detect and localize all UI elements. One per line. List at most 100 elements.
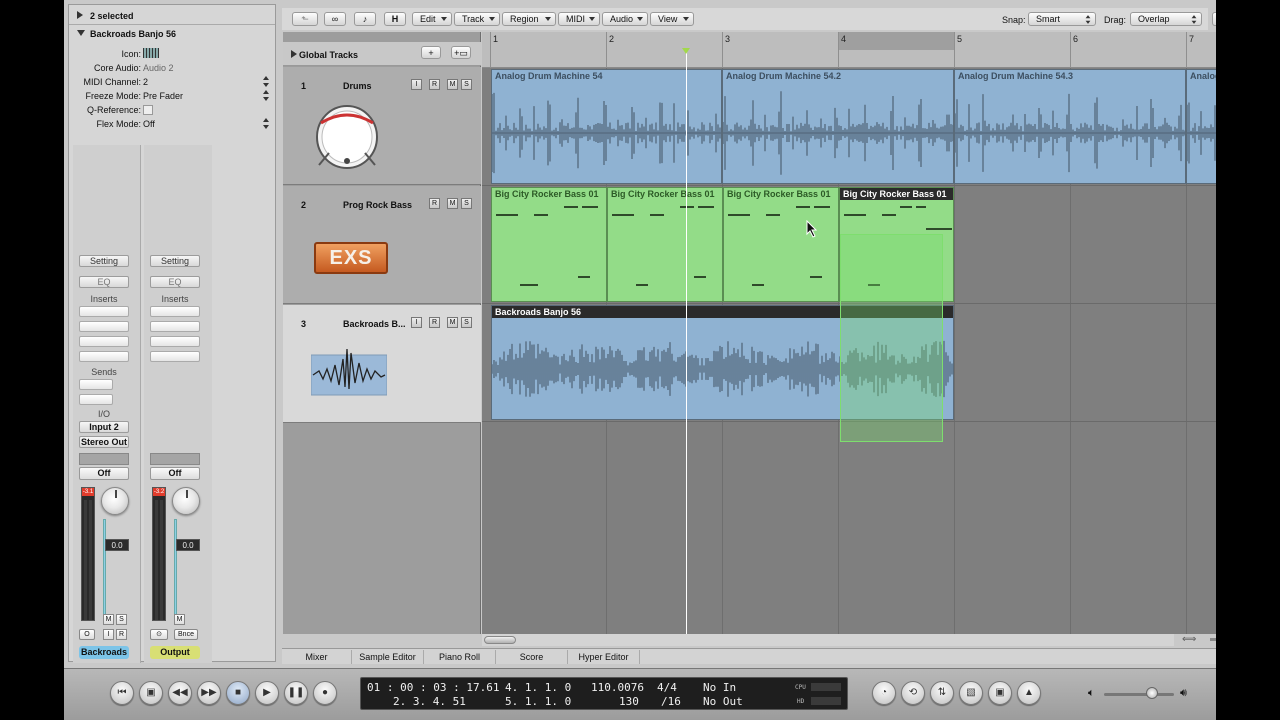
automation-mode-button[interactable]: Off [150,467,200,480]
solo-button[interactable]: S [461,198,472,209]
peak-indicator[interactable]: -3.2 [153,488,165,496]
stepper-icon[interactable] [263,76,269,87]
transport-display[interactable]: 01 : 00 : 03 : 17.61 2. 3. 4. 51 4. 1. 1… [360,677,848,710]
region-parameters-header[interactable]: Backroads Banjo 56 [69,27,275,42]
track-icon-thumb[interactable] [143,48,159,58]
param-icon[interactable]: Icon: [69,47,275,62]
menu-view[interactable]: View [650,12,694,26]
record-icon[interactable]: ● [313,681,337,705]
global-tracks-header[interactable]: Global Tracks + +▭ [283,42,481,66]
rewind-icon[interactable]: ◀◀ [168,681,192,705]
output-button[interactable]: Stereo Out [79,436,129,448]
pause-icon[interactable]: ❚❚ [284,681,308,705]
menu-region[interactable]: Region [502,12,556,26]
bounce-button[interactable]: Bnce [174,629,198,640]
horizontal-scrollbar[interactable] [482,634,1174,646]
disclosure-right-icon[interactable] [291,50,297,58]
drag-select[interactable]: Overlap [1130,12,1202,26]
insert-slot[interactable] [150,351,200,362]
disclosure-down-icon[interactable] [77,30,85,36]
back-icon[interactable]: ⬑ [292,12,318,26]
link-icon[interactable]: ∞ [324,12,346,26]
track-name[interactable]: Backroads B... [343,319,406,329]
param-freeze-mode[interactable]: Freeze Mode: Pre Fader [69,89,275,104]
link-button[interactable]: ⊙ [150,629,168,640]
volume-fader[interactable] [174,519,177,619]
record-enable-button[interactable]: R [429,79,440,90]
insert-slot[interactable] [79,336,129,347]
solo-mode-icon[interactable]: ▣ [988,681,1012,705]
midi-region-bass[interactable]: Big City Rocker Bass 01 [607,187,723,302]
stop-icon[interactable]: ■ [226,681,250,705]
pan-knob[interactable] [172,487,200,515]
insert-slot[interactable] [150,306,200,317]
group-slot[interactable] [150,453,200,465]
solo-button[interactable]: S [461,79,472,90]
record-enable-button[interactable]: R [429,317,440,328]
cycle-icon[interactable]: ⟲ [901,681,925,705]
new-folder-icon[interactable]: +▭ [451,46,471,59]
input-monitor-button[interactable]: I [411,317,422,328]
insert-slot[interactable] [79,306,129,317]
insert-slot[interactable] [150,336,200,347]
stepper-icon[interactable] [263,118,269,129]
metronome-dial-icon[interactable]: ◔ [872,681,896,705]
param-q-reference[interactable]: Q-Reference: [69,103,275,118]
send-slot[interactable] [79,394,113,405]
snap-select[interactable]: Smart [1028,12,1096,26]
hide-button[interactable]: H [384,12,406,26]
mute-button[interactable]: M [103,614,114,625]
track-name[interactable]: Drums [343,81,372,91]
mute-button[interactable]: M [447,79,458,90]
replace-icon[interactable]: ▧ [959,681,983,705]
playhead-marker-icon[interactable] [682,48,690,54]
playhead[interactable] [686,50,687,634]
input-monitor-button[interactable]: I [103,629,114,640]
tab-sample-editor[interactable]: Sample Editor [352,650,424,664]
selection-header[interactable]: 2 selected [69,9,275,24]
track-header-backroads-banjo[interactable]: 3 Backroads B... I R M S [283,305,481,423]
send-slot[interactable] [79,379,113,390]
fast-forward-icon[interactable]: ▶▶ [197,681,221,705]
setting-button[interactable]: Setting [79,255,129,267]
new-track-icon[interactable]: + [421,46,441,59]
menu-audio[interactable]: Audio [602,12,648,26]
tab-mixer[interactable]: Mixer [282,650,352,664]
horizontal-zoom-slider[interactable] [1210,638,1216,641]
menu-midi[interactable]: MIDI [558,12,600,26]
param-midi-channel[interactable]: MIDI Channel: 2 [69,75,275,90]
tab-hyper-editor[interactable]: Hyper Editor [568,650,640,664]
autopunch-icon[interactable]: ⇅ [930,681,954,705]
track-name[interactable]: Prog Rock Bass [343,200,412,210]
play-icon[interactable]: ▶ [255,681,279,705]
strip-name-output[interactable]: Output [150,646,200,659]
zoom-icon[interactable]: ⟺ [1182,634,1196,645]
menu-edit[interactable]: Edit [412,12,452,26]
track-header-drums[interactable]: 1 Drums I R M S [283,67,481,185]
eq-button[interactable]: EQ [150,276,200,288]
arrange-area[interactable]: 1 2 3 4 5 6 7 Analog Drum Machine 54 Ana… [482,32,1216,634]
pan-knob[interactable] [101,487,129,515]
mute-button[interactable]: M [447,317,458,328]
master-volume-knob[interactable] [1146,687,1158,699]
automation-mode-button[interactable]: Off [79,467,129,480]
tab-piano-roll[interactable]: Piano Roll [424,650,496,664]
go-to-position-icon[interactable]: ▣ [139,681,163,705]
solo-button[interactable]: S [461,317,472,328]
disclosure-right-icon[interactable] [77,11,83,19]
peak-indicator[interactable]: -3.1 [82,488,94,496]
audio-region-drums[interactable]: Analog Drum Machine 54.2 [722,69,954,184]
insert-slot[interactable] [150,321,200,332]
volume-fader[interactable] [103,519,106,619]
midi-region-bass[interactable]: Big City Rocker Bass 01 [723,187,839,302]
stepper-icon[interactable] [263,90,269,101]
pointer-tool-icon[interactable]: ➚ [1212,12,1216,26]
eq-button[interactable]: EQ [79,276,129,288]
menu-track[interactable]: Track [454,12,500,26]
audio-region-drums[interactable]: Analog Drum Machine 54 [491,69,722,184]
insert-slot[interactable] [79,321,129,332]
bounce-in-place-button[interactable]: O [79,629,95,640]
insert-slot[interactable] [79,351,129,362]
solo-button[interactable]: S [116,614,127,625]
param-flex-mode[interactable]: Flex Mode: Off [69,117,275,132]
